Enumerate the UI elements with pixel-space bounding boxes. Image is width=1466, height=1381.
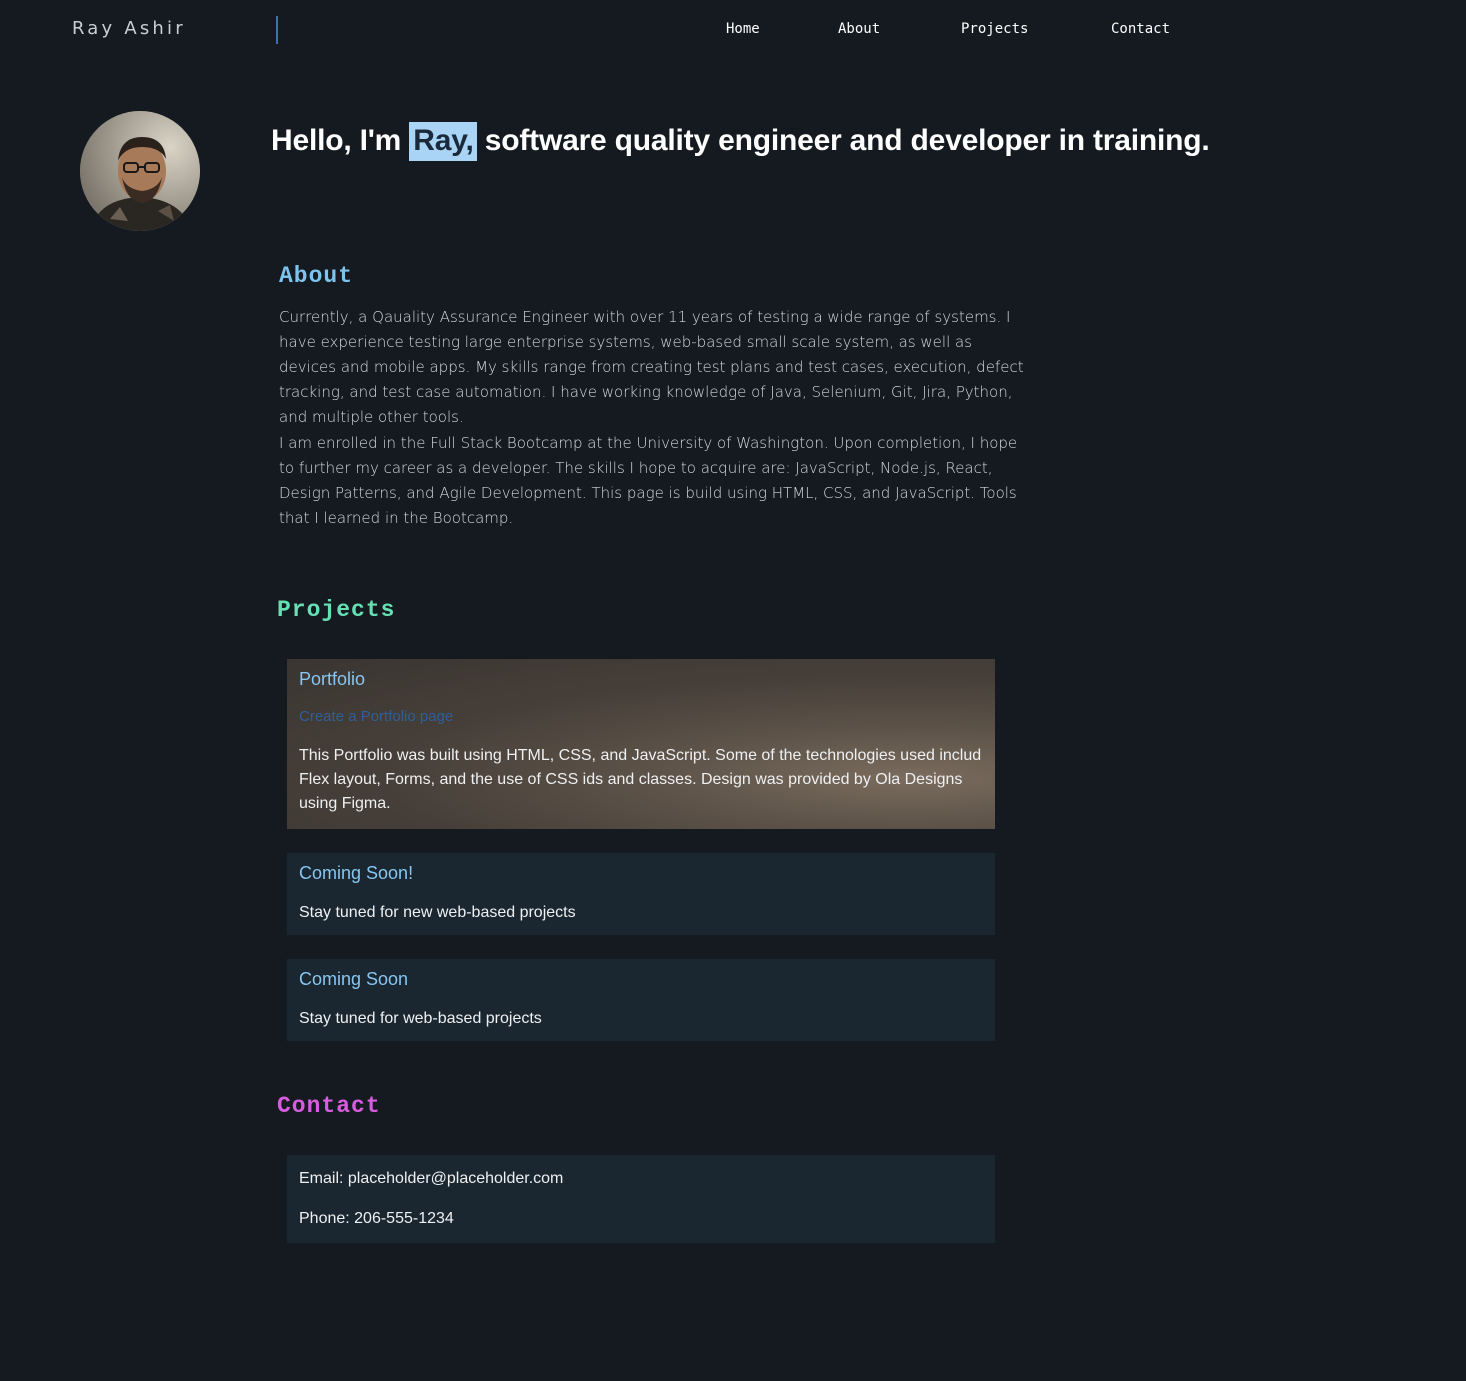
nav-home-link[interactable]: Home bbox=[726, 21, 760, 37]
contact-card: Email: placeholder@placeholder.com Phone… bbox=[287, 1155, 995, 1243]
about-paragraph-2: I am enrolled in the Full Stack Bootcamp… bbox=[279, 434, 1018, 527]
nav-projects-link[interactable]: Projects bbox=[961, 21, 1028, 37]
project-title: Coming Soon! bbox=[299, 863, 414, 883]
project-title: Coming Soon bbox=[299, 969, 409, 989]
hero-name-highlight: Ray, bbox=[409, 122, 477, 161]
avatar-portrait-image bbox=[80, 111, 200, 231]
portfolio-page: Ray Ashir Home About Projects Contact He… bbox=[0, 0, 1466, 1381]
nav-contact-link[interactable]: Contact bbox=[1111, 21, 1170, 37]
hero-headline: Hello, I'm Ray, software quality enginee… bbox=[271, 122, 1210, 161]
contact-phone[interactable]: Phone: 206-555-1234 bbox=[299, 1207, 454, 1231]
project-card-coming-soon-2: Coming Soon Stay tuned for web-based pro… bbox=[287, 959, 995, 1041]
hero-text-after: software quality engineer and developer … bbox=[476, 124, 1210, 157]
contact-heading: Contact bbox=[277, 1093, 381, 1119]
project-description: This Portfolio was built using HTML, CSS… bbox=[299, 747, 982, 812]
profile-avatar bbox=[80, 111, 200, 231]
about-paragraph-1: Currently, a Qauality Assurance Engineer… bbox=[279, 308, 1024, 426]
project-description: Stay tuned for new web-based projects bbox=[299, 904, 576, 921]
project-card-coming-soon-1: Coming Soon! Stay tuned for new web-base… bbox=[287, 853, 995, 935]
project-description: Stay tuned for web-based projects bbox=[299, 1010, 542, 1027]
projects-heading: Projects bbox=[277, 597, 396, 623]
contact-email[interactable]: Email: placeholder@placeholder.com bbox=[299, 1167, 563, 1191]
hero-text-before: Hello, I'm bbox=[271, 124, 410, 157]
about-heading: About bbox=[279, 263, 354, 289]
project-card-portfolio: Portfolio Create a Portfolio page This P… bbox=[287, 659, 995, 829]
project-link[interactable]: Create a Portfolio page bbox=[299, 708, 453, 725]
project-title: Portfolio bbox=[299, 669, 366, 689]
main-nav: Home About Projects Contact bbox=[0, 21, 1466, 41]
nav-about-link[interactable]: About bbox=[838, 21, 880, 37]
